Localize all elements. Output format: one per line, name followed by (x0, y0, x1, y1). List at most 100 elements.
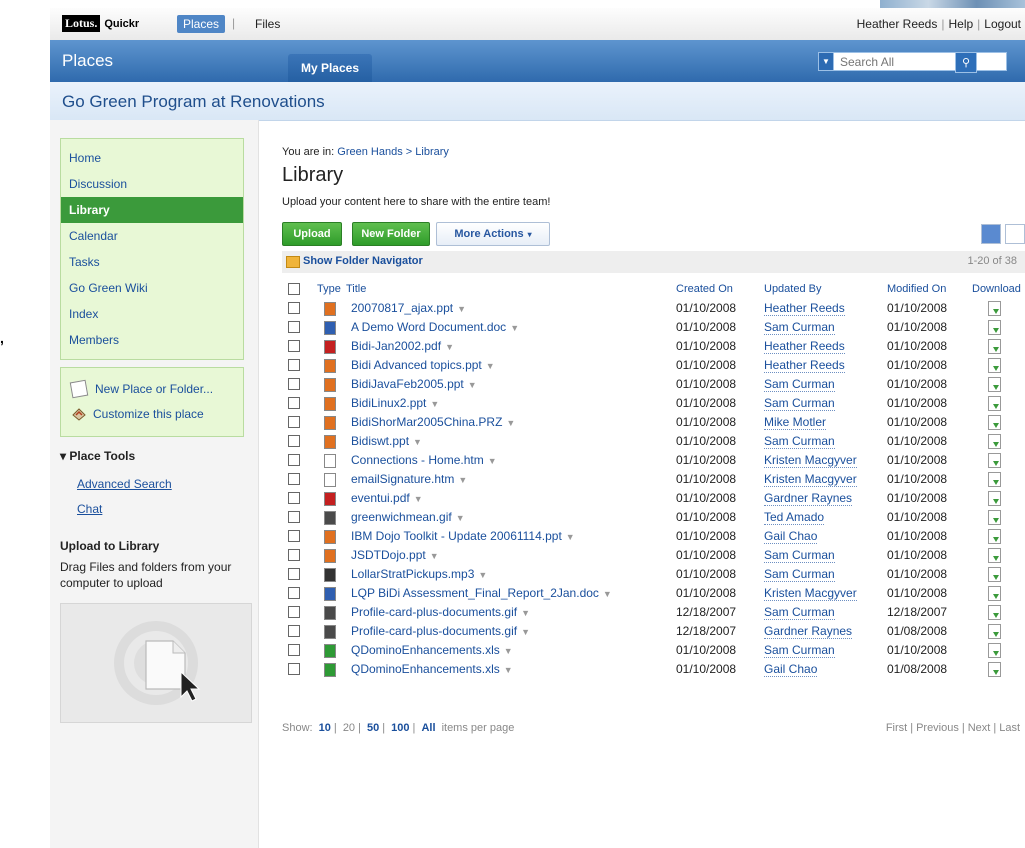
row-checkbox[interactable] (288, 473, 300, 485)
row-menu-icon[interactable]: ▼ (521, 608, 530, 618)
download-icon[interactable] (988, 339, 1001, 354)
file-title-link[interactable]: Profile-card-plus-documents.gif ▼ (351, 624, 530, 638)
breadcrumb-library[interactable]: Library (415, 146, 449, 158)
search-scope-dropdown[interactable]: ▼ (818, 52, 834, 71)
download-icon[interactable] (988, 662, 1001, 677)
row-checkbox[interactable] (288, 340, 300, 352)
my-places-tab[interactable]: My Places (288, 54, 372, 82)
file-title-link[interactable]: eventui.pdf ▼ (351, 491, 423, 505)
new-folder-button[interactable]: New Folder (352, 222, 430, 246)
row-checkbox[interactable] (288, 511, 300, 523)
sidebar-item-discussion[interactable]: Discussion (61, 171, 243, 197)
file-title-link[interactable]: BidiLinux2.ppt ▼ (351, 396, 439, 410)
row-checkbox[interactable] (288, 492, 300, 504)
row-checkbox[interactable] (288, 644, 300, 656)
user-name-link[interactable]: Heather Reeds (857, 17, 938, 31)
sidebar-item-wiki[interactable]: Go Green Wiki (61, 275, 243, 301)
per-page-100[interactable]: 100 (391, 722, 409, 734)
file-title-link[interactable]: JSDTDojo.ppt ▼ (351, 548, 439, 562)
details-view-icon[interactable] (981, 224, 1001, 244)
table-row[interactable]: Profile-card-plus-documents.gif ▼ 12/18/20… (282, 603, 1025, 622)
updated-by-link[interactable]: Ted Amado (764, 510, 825, 525)
download-icon[interactable] (988, 624, 1001, 639)
row-menu-icon[interactable]: ▼ (413, 437, 422, 447)
column-updated-by[interactable]: Updated By (764, 283, 821, 295)
table-row[interactable]: IBM Dojo Toolkit - Update 20061114.ppt ▼ 0… (282, 527, 1025, 546)
updated-by-link[interactable]: Kristen Macgyver (764, 472, 857, 487)
row-checkbox[interactable] (288, 302, 300, 314)
search-button[interactable]: ⚲ (955, 52, 977, 73)
table-row[interactable]: QDominoEnhancements.xls ▼ 01/10/2008 Sam Cu… (282, 641, 1025, 660)
row-menu-icon[interactable]: ▼ (458, 475, 467, 485)
per-page-50[interactable]: 50 (367, 722, 379, 734)
updated-by-link[interactable]: Heather Reeds (764, 358, 845, 373)
row-checkbox[interactable] (288, 397, 300, 409)
column-download[interactable]: Download (972, 283, 1021, 295)
download-icon[interactable] (988, 320, 1001, 335)
updated-by-link[interactable]: Gail Chao (764, 662, 818, 677)
file-title-link[interactable]: BidiJavaFeb2005.ppt ▼ (351, 377, 477, 391)
file-title-link[interactable]: QDominoEnhancements.xls ▼ (351, 643, 513, 657)
updated-by-link[interactable]: Gail Chao (764, 529, 818, 544)
updated-by-link[interactable]: Sam Curman (764, 548, 835, 563)
row-menu-icon[interactable]: ▼ (504, 665, 513, 675)
table-row[interactable]: Connections - Home.htm ▼ 01/10/2008 Kristen… (282, 451, 1025, 470)
download-icon[interactable] (988, 377, 1001, 392)
row-checkbox[interactable] (288, 663, 300, 675)
chat-link[interactable]: Chat (77, 502, 102, 516)
breadcrumb-green-hands[interactable]: Green Hands (337, 146, 402, 158)
download-icon[interactable] (988, 453, 1001, 468)
download-icon[interactable] (988, 529, 1001, 544)
file-title-link[interactable]: Bidi-Jan2002.pdf ▼ (351, 339, 454, 353)
download-icon[interactable] (988, 472, 1001, 487)
file-title-link[interactable]: LollarStratPickups.mp3 ▼ (351, 567, 487, 581)
updated-by-link[interactable]: Mike Motler (764, 415, 827, 430)
pager-next[interactable]: Next (968, 722, 991, 734)
upload-drop-zone[interactable] (60, 603, 252, 723)
updated-by-link[interactable]: Sam Curman (764, 434, 835, 449)
table-row[interactable]: BidiLinux2.ppt ▼ 01/10/2008 Sam Curman 01/10… (282, 394, 1025, 413)
updated-by-link[interactable]: Heather Reeds (764, 301, 845, 316)
file-title-link[interactable]: A Demo Word Document.doc ▼ (351, 320, 519, 334)
file-title-link[interactable]: QDominoEnhancements.xls ▼ (351, 662, 513, 676)
download-icon[interactable] (988, 434, 1001, 449)
search-input[interactable] (834, 52, 1007, 71)
row-checkbox[interactable] (288, 454, 300, 466)
new-place-link[interactable]: New Place or Folder... (69, 379, 213, 399)
download-icon[interactable] (988, 643, 1001, 658)
column-created-on[interactable]: Created On (676, 283, 733, 295)
file-title-link[interactable]: Profile-card-plus-documents.gif ▼ (351, 605, 530, 619)
file-title-link[interactable]: Bidi Advanced topics.ppt ▼ (351, 358, 495, 372)
updated-by-link[interactable]: Kristen Macgyver (764, 453, 857, 468)
row-checkbox[interactable] (288, 530, 300, 542)
file-title-link[interactable]: 20070817_ajax.ppt ▼ (351, 301, 466, 315)
sidebar-item-library[interactable]: Library (61, 197, 243, 223)
updated-by-link[interactable]: Sam Curman (764, 643, 835, 658)
column-modified-on[interactable]: Modified On (887, 283, 946, 295)
tab-files[interactable]: Files (255, 17, 280, 31)
row-menu-icon[interactable]: ▼ (486, 361, 495, 371)
row-menu-icon[interactable]: ▼ (478, 570, 487, 580)
column-type[interactable]: Type (317, 283, 341, 295)
sidebar-item-index[interactable]: Index (61, 301, 243, 327)
row-menu-icon[interactable]: ▼ (457, 304, 466, 314)
column-title[interactable]: Title (346, 283, 366, 295)
customize-place-link[interactable]: Customize this place (71, 407, 204, 421)
table-row[interactable]: BidiShorMar2005China.PRZ ▼ 01/10/2008 Mike … (282, 413, 1025, 432)
row-checkbox[interactable] (288, 606, 300, 618)
per-page-20[interactable]: 20 (343, 722, 355, 734)
lotus-quickr-logo[interactable]: Lotus. Quickr (62, 15, 139, 32)
row-menu-icon[interactable]: ▼ (603, 589, 612, 599)
row-checkbox[interactable] (288, 321, 300, 333)
table-row[interactable]: A Demo Word Document.doc ▼ 01/10/2008 Sam C… (282, 318, 1025, 337)
row-checkbox[interactable] (288, 416, 300, 428)
table-row[interactable]: Bidi Advanced topics.ppt ▼ 01/10/2008 Heath… (282, 356, 1025, 375)
sidebar-item-calendar[interactable]: Calendar (61, 223, 243, 249)
file-title-link[interactable]: IBM Dojo Toolkit - Update 20061114.ppt ▼ (351, 529, 575, 543)
updated-by-link[interactable]: Sam Curman (764, 567, 835, 582)
row-menu-icon[interactable]: ▼ (430, 551, 439, 561)
download-icon[interactable] (988, 586, 1001, 601)
row-checkbox[interactable] (288, 625, 300, 637)
row-menu-icon[interactable]: ▼ (521, 627, 530, 637)
download-icon[interactable] (988, 548, 1001, 563)
